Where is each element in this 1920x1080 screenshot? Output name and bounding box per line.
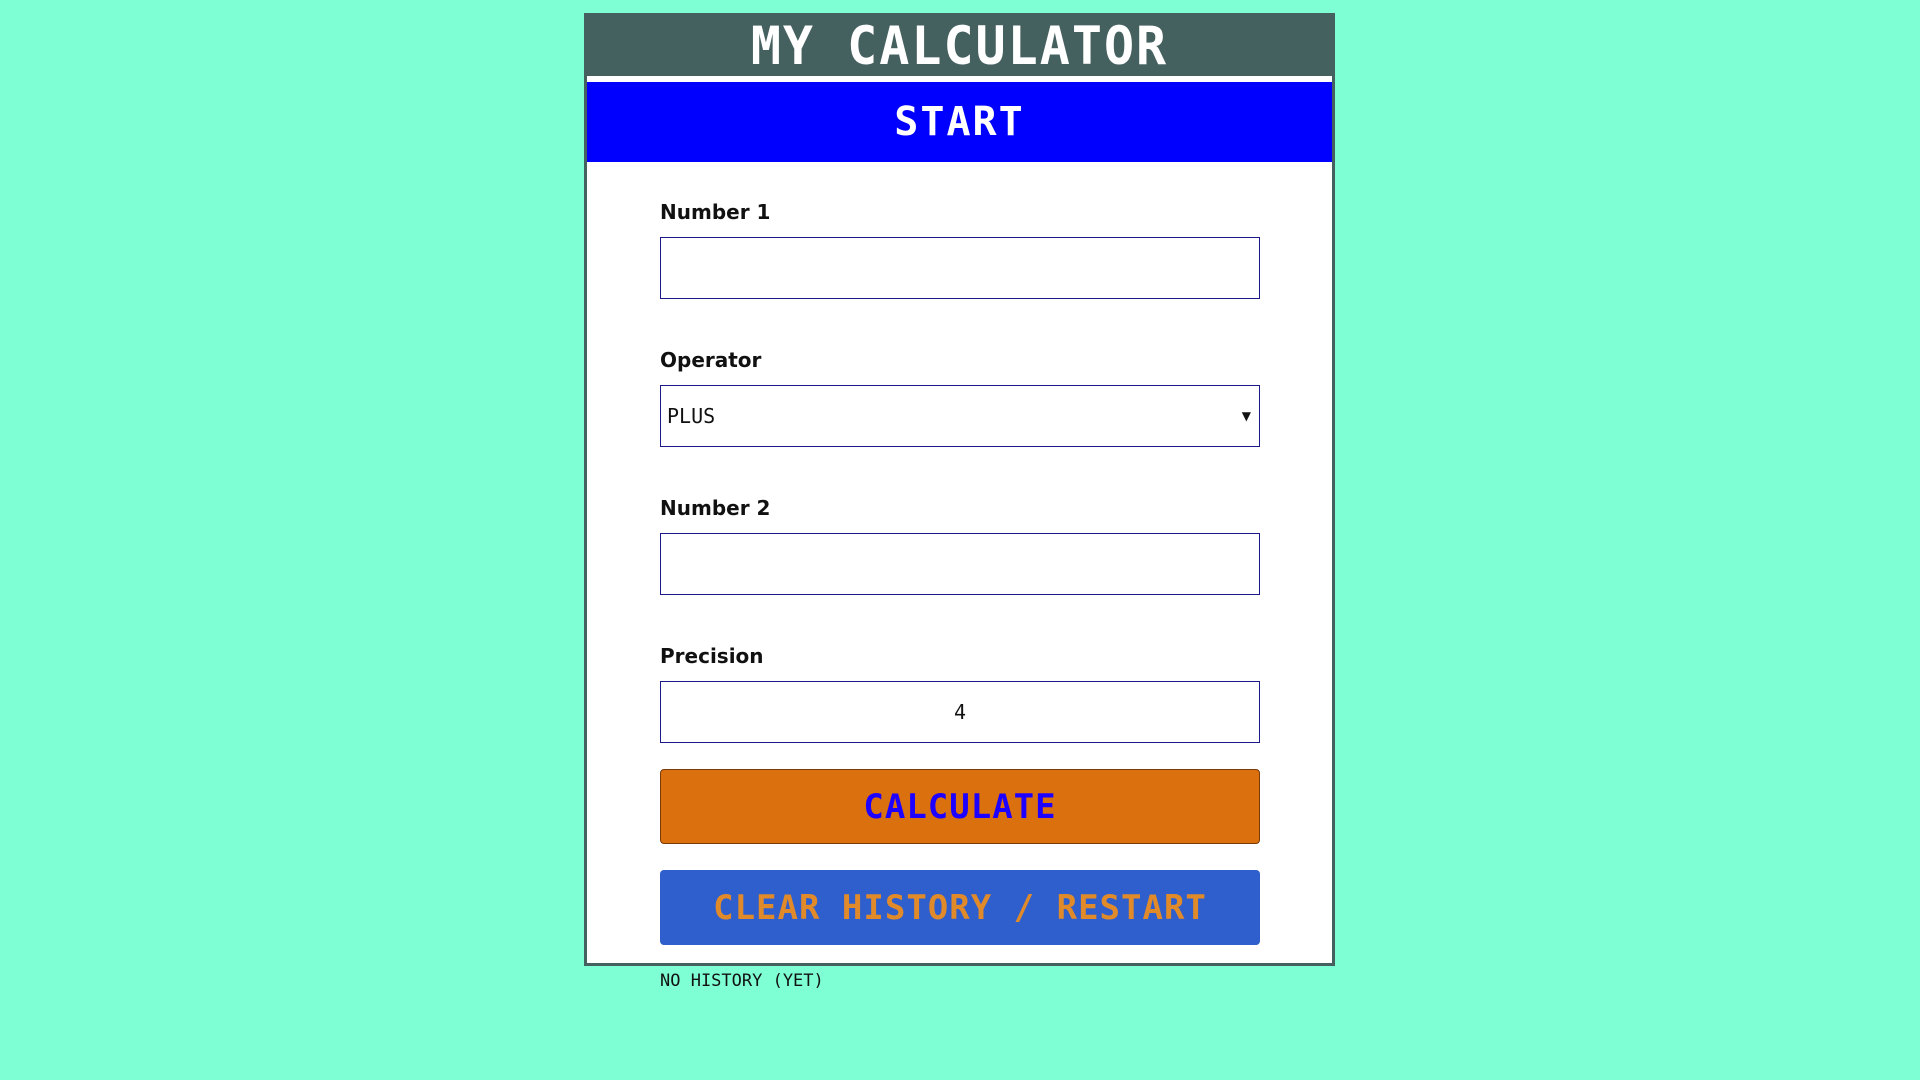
number1-label: Number 1 [660,200,771,224]
app-title: My Calculator [750,15,1169,77]
clear-history-restart-button[interactable]: Clear History / Restart [660,870,1260,945]
chevron-down-icon: ▼ [1241,409,1251,423]
calculator-form: Number 1 Operator Plus ▼ Number 2 Precis… [660,199,1260,991]
calculator-panel: My Calculator Start Number 1 Operator Pl… [584,13,1335,991]
number2-field-wrapper [660,533,1260,595]
number1-input[interactable] [661,238,1259,298]
calculate-button[interactable]: Calculate [660,769,1260,844]
operator-selected-value: Plus [667,404,716,428]
history-empty-text: No History (yet) [660,971,824,991]
stage-label: Start [894,99,1025,145]
title-bar: My Calculator [587,16,1332,82]
stage-bar: Start [587,82,1332,162]
operator-label: Operator [660,348,762,372]
precision-input[interactable] [661,682,1259,742]
number1-field-wrapper [660,237,1260,299]
precision-label: Precision [660,644,764,668]
operator-select[interactable]: Plus ▼ [660,385,1260,447]
number2-label: Number 2 [660,496,771,520]
precision-field-wrapper [660,681,1260,743]
number2-input[interactable] [661,534,1259,594]
